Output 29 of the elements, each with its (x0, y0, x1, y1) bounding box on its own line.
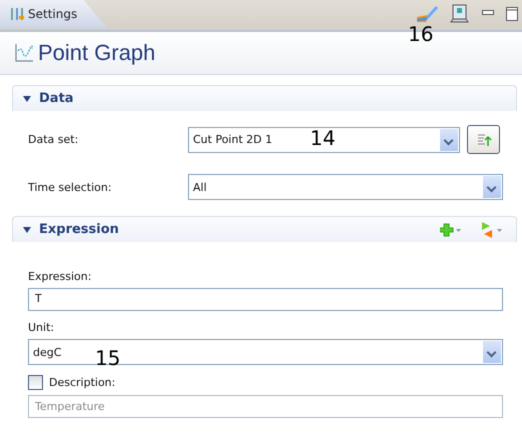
callout-number: 14 (310, 128, 336, 148)
section-title: Expression (39, 222, 119, 237)
graph-icon (14, 43, 34, 63)
arrows-icon[interactable] (480, 222, 504, 238)
field-label: Unit: (28, 321, 56, 334)
panel-title: Point Graph (38, 40, 156, 66)
plus-icon[interactable] (440, 222, 462, 236)
dropdown-field[interactable]: All (188, 174, 503, 200)
dataset-action-button[interactable] (467, 125, 500, 154)
field-label: Data set: (28, 133, 80, 146)
field-label: Time selection: (28, 180, 113, 194)
maximize-icon[interactable] (506, 7, 518, 21)
callout-number: 15 (95, 348, 120, 368)
section-header[interactable]: Data (12, 85, 517, 111)
section-title: Data (39, 91, 74, 106)
minimize-icon[interactable] (482, 10, 494, 18)
list-arrow-icon (476, 132, 492, 148)
field-label: Description: (49, 376, 116, 389)
field-label: Expression: (28, 270, 92, 283)
expand-icon[interactable] (23, 226, 31, 232)
callout-number: 16 (408, 24, 434, 44)
expression-field[interactable]: T (28, 288, 503, 311)
expand-icon[interactable] (23, 96, 31, 102)
description-field[interactable]: Temperature (28, 395, 503, 418)
settings-tab[interactable]: Settings (0, 0, 108, 28)
checkbox[interactable] (28, 375, 43, 390)
section-header[interactable]: Expression (12, 216, 517, 242)
sliders-icon (10, 7, 24, 21)
help-window-icon[interactable] (450, 4, 470, 24)
